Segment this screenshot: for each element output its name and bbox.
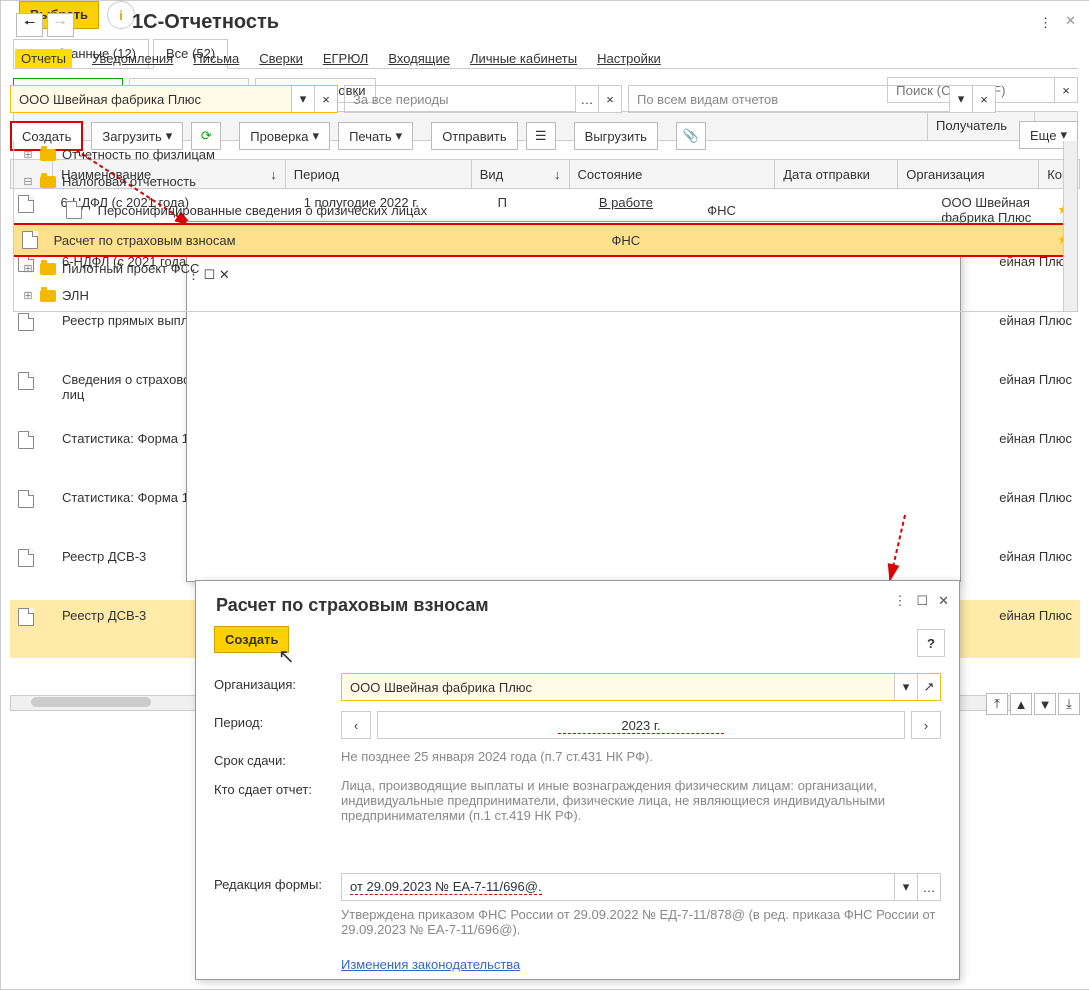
form-more-icon[interactable]: …: [917, 874, 940, 900]
filter-type-dropdown-icon[interactable]: ▾: [949, 86, 972, 112]
org-dropdown-icon[interactable]: ▾: [894, 674, 917, 700]
dialog-title: Расчет по страховым взносам: [196, 581, 959, 626]
org-open-icon[interactable]: ↗: [917, 674, 940, 700]
scroll-bottom-icon[interactable]: ⤓: [1058, 693, 1080, 715]
dialog-maximize-icon[interactable]: ☐: [916, 593, 928, 609]
filter-type-placeholder: По всем видам отчетов: [629, 92, 949, 107]
help-icon[interactable]: ?: [917, 629, 945, 657]
filter-org-dropdown-icon[interactable]: ▾: [291, 86, 314, 112]
dialog-more-icon[interactable]: ⋮: [893, 593, 906, 609]
main-tabs: Отчеты Уведомления Письма Сверки ЕГРЮЛ В…: [15, 49, 661, 68]
tree-node[interactable]: ⊞Пилотный проект ФСС: [14, 255, 1077, 282]
filter-organization-text: ООО Швейная фабрика Плюс: [11, 92, 291, 107]
dialog-close-icon[interactable]: ✕: [938, 593, 949, 609]
nav-back[interactable]: 🠔: [16, 13, 43, 37]
tree-leaf[interactable]: Персонифицированные сведения о физически…: [58, 195, 1077, 225]
tree-leaf-selected[interactable]: Расчет по страховым взносамФНС★: [13, 223, 1078, 257]
org-input[interactable]: ООО Швейная фабрика Плюс ▾↗: [341, 673, 941, 701]
info-icon[interactable]: i: [107, 1, 135, 29]
tab-letters[interactable]: Письма: [193, 51, 239, 66]
search-clear-icon[interactable]: ×: [1054, 78, 1077, 102]
form-label: Редакция формы:: [214, 873, 329, 972]
vertical-scrollbar[interactable]: [1063, 141, 1078, 311]
tree-node[interactable]: ⊞ЭЛН: [14, 282, 1077, 309]
document-icon: [18, 490, 34, 508]
tree-node[interactable]: ⊟Налоговая отчетность: [14, 168, 1077, 195]
folder-icon: [40, 176, 56, 188]
document-icon: [18, 372, 34, 390]
filter-period-clear-icon[interactable]: ×: [598, 86, 621, 112]
folder-icon: [40, 149, 56, 161]
document-icon: [18, 431, 34, 449]
scroll-up-icon[interactable]: ▲: [1010, 693, 1032, 715]
filter-period[interactable]: За все периоды … ×: [344, 85, 622, 113]
period-next-icon[interactable]: ›: [911, 711, 941, 739]
tab-cabinets[interactable]: Личные кабинеты: [470, 51, 577, 66]
scroll-top-icon[interactable]: ⤒: [986, 693, 1008, 715]
window-close-icon[interactable]: ✕: [1065, 13, 1076, 29]
document-icon: [18, 608, 34, 626]
period-prev-icon[interactable]: ‹: [341, 711, 371, 739]
page-title: 1С-Отчетность: [132, 11, 279, 34]
tab-settings[interactable]: Настройки: [597, 51, 661, 66]
window-more-icon[interactable]: ⋮: [1039, 15, 1052, 31]
document-icon: [66, 201, 82, 219]
document-icon: [18, 313, 34, 331]
form-input[interactable]: от 29.09.2023 № ЕА-7-11/696@. ▾…: [341, 873, 941, 901]
tree-node[interactable]: ⊞Отчетность по физлицам: [14, 141, 1077, 168]
period-value[interactable]: 2023 г.: [377, 711, 905, 739]
tab-incoming[interactable]: Входящие: [388, 51, 450, 66]
who-value: Лица, производящие выплаты и иные вознаг…: [341, 778, 941, 823]
report-tree: ⊞Отчетность по физлицам ⊟Налоговая отчет…: [13, 141, 1078, 312]
folder-icon: [40, 290, 56, 302]
folder-icon: [40, 263, 56, 275]
who-label: Кто сдает отчет:: [214, 778, 329, 823]
nav-forward[interactable]: 🠖: [47, 13, 74, 37]
filter-period-placeholder: За все периоды: [345, 92, 575, 107]
filter-type[interactable]: По всем видам отчетов ▾ ×: [628, 85, 996, 113]
tab-reports[interactable]: Отчеты: [15, 49, 72, 68]
insurance-calc-dialog: Расчет по страховым взносам ⋮ ☐ ✕ Создат…: [195, 580, 960, 980]
filter-organization[interactable]: ООО Швейная фабрика Плюс ▾ ×: [10, 85, 338, 113]
tab-reconciliations[interactable]: Сверки: [259, 51, 303, 66]
document-icon: [22, 231, 38, 249]
tab-notifications[interactable]: Уведомления: [92, 51, 173, 66]
due-label: Срок сдачи:: [214, 749, 329, 768]
scroll-down-icon[interactable]: ▼: [1034, 693, 1056, 715]
due-value: Не позднее 25 января 2024 года (п.7 ст.4…: [341, 749, 941, 768]
tab-egrul[interactable]: ЕГРЮЛ: [323, 51, 368, 66]
create-report-button[interactable]: Создать: [214, 626, 289, 653]
form-dropdown-icon[interactable]: ▾: [894, 874, 917, 900]
law-changes-link[interactable]: Изменения законодательства: [341, 957, 520, 972]
form-note: Утверждена приказом ФНС России от 29.09.…: [341, 907, 941, 937]
period-label: Период:: [214, 711, 329, 739]
filter-org-clear-icon[interactable]: ×: [314, 86, 337, 112]
org-label: Организация:: [214, 673, 329, 701]
document-icon: [18, 549, 34, 567]
filter-period-dropdown-icon[interactable]: …: [575, 86, 598, 112]
filter-type-clear-icon[interactable]: ×: [972, 86, 995, 112]
